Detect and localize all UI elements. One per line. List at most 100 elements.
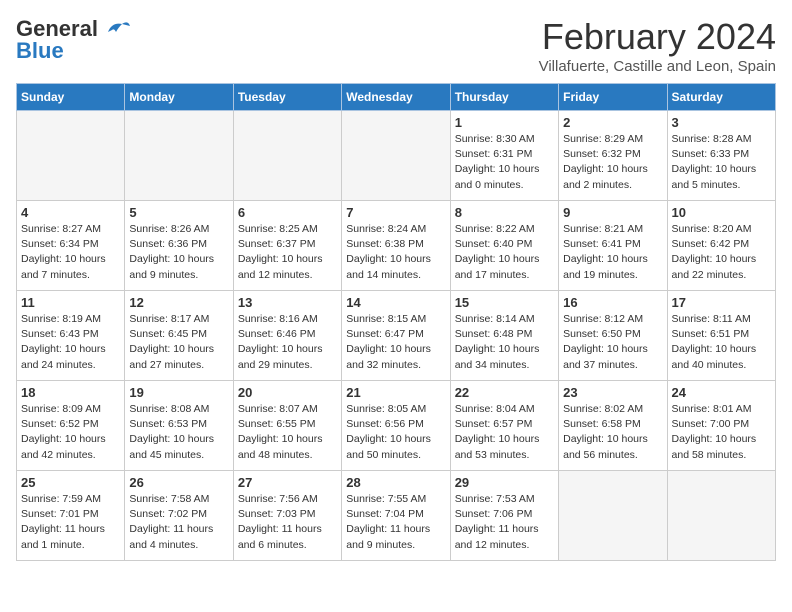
day-info: Sunrise: 7:59 AM Sunset: 7:01 PM Dayligh… — [21, 492, 120, 553]
logo-blue-text: Blue — [16, 38, 64, 64]
weekday-header-row: SundayMondayTuesdayWednesdayThursdayFrid… — [17, 84, 776, 111]
day-cell: 9Sunrise: 8:21 AM Sunset: 6:41 PM Daylig… — [559, 201, 667, 291]
day-info: Sunrise: 8:05 AM Sunset: 6:56 PM Dayligh… — [346, 402, 445, 463]
day-info: Sunrise: 8:28 AM Sunset: 6:33 PM Dayligh… — [672, 132, 771, 193]
day-number: 12 — [129, 295, 228, 310]
day-number: 23 — [563, 385, 662, 400]
day-cell: 28 Sunrise: 7:55 AM Sunset: 7:04 PM Dayli… — [342, 471, 450, 561]
day-cell: 12 Sunrise: 8:17 AM Sunset: 6:45 PM Dayli… — [125, 291, 233, 381]
day-number: 3 — [672, 115, 771, 130]
day-number: 10 — [672, 205, 771, 220]
day-number: 15 — [455, 295, 554, 310]
day-number: 27 — [238, 475, 337, 490]
day-info: Sunrise: 8:08 AM Sunset: 6:53 PM Dayligh… — [129, 402, 228, 463]
day-cell: 17 Sunrise: 8:11 AM Sunset: 6:51 PM Dayli… — [667, 291, 775, 381]
day-number: 18 — [21, 385, 120, 400]
day-cell: 7 Sunrise: 8:24 AM Sunset: 6:38 PM Daylig… — [342, 201, 450, 291]
day-number: 1 — [455, 115, 554, 130]
day-cell: 14 Sunrise: 8:15 AM Sunset: 6:47 PM Dayli… — [342, 291, 450, 381]
logo: General Blue — [16, 16, 130, 64]
day-number: 19 — [129, 385, 228, 400]
week-row-4: 18Sunrise: 8:09 AM Sunset: 6:52 PM Dayli… — [17, 381, 776, 471]
day-info: Sunrise: 8:02 AM Sunset: 6:58 PM Dayligh… — [563, 402, 662, 463]
day-cell: 3 Sunrise: 8:28 AM Sunset: 6:33 PM Daylig… — [667, 111, 775, 201]
day-info: Sunrise: 8:29 AM Sunset: 6:32 PM Dayligh… — [563, 132, 662, 193]
day-number: 8 — [455, 205, 554, 220]
day-number: 16 — [563, 295, 662, 310]
day-number: 11 — [21, 295, 120, 310]
day-cell: 5 Sunrise: 8:26 AM Sunset: 6:36 PM Daylig… — [125, 201, 233, 291]
day-cell — [667, 471, 775, 561]
day-cell: 22Sunrise: 8:04 AM Sunset: 6:57 PM Dayli… — [450, 381, 558, 471]
day-cell: 10 Sunrise: 8:20 AM Sunset: 6:42 PM Dayli… — [667, 201, 775, 291]
day-cell — [233, 111, 341, 201]
day-number: 22 — [455, 385, 554, 400]
day-cell: 8 Sunrise: 8:22 AM Sunset: 6:40 PM Daylig… — [450, 201, 558, 291]
day-cell: 13Sunrise: 8:16 AM Sunset: 6:46 PM Dayli… — [233, 291, 341, 381]
day-info: Sunrise: 7:56 AM Sunset: 7:03 PM Dayligh… — [238, 492, 337, 553]
day-info: Sunrise: 8:30 AM Sunset: 6:31 PM Dayligh… — [455, 132, 554, 193]
day-info: Sunrise: 8:22 AM Sunset: 6:40 PM Dayligh… — [455, 222, 554, 283]
calendar-title: February 2024 — [539, 16, 776, 58]
day-info: Sunrise: 8:25 AM Sunset: 6:37 PM Dayligh… — [238, 222, 337, 283]
day-info: Sunrise: 8:07 AM Sunset: 6:55 PM Dayligh… — [238, 402, 337, 463]
day-number: 5 — [129, 205, 228, 220]
day-cell — [17, 111, 125, 201]
weekday-header-sunday: Sunday — [17, 84, 125, 111]
day-info: Sunrise: 8:19 AM Sunset: 6:43 PM Dayligh… — [21, 312, 120, 373]
day-info: Sunrise: 8:11 AM Sunset: 6:51 PM Dayligh… — [672, 312, 771, 373]
weekday-header-friday: Friday — [559, 84, 667, 111]
week-row-1: 1 Sunrise: 8:30 AM Sunset: 6:31 PM Daylig… — [17, 111, 776, 201]
day-cell: 19 Sunrise: 8:08 AM Sunset: 6:53 PM Dayli… — [125, 381, 233, 471]
day-cell: 18Sunrise: 8:09 AM Sunset: 6:52 PM Dayli… — [17, 381, 125, 471]
day-cell — [342, 111, 450, 201]
day-number: 29 — [455, 475, 554, 490]
day-info: Sunrise: 8:15 AM Sunset: 6:47 PM Dayligh… — [346, 312, 445, 373]
day-cell: 24 Sunrise: 8:01 AM Sunset: 7:00 PM Dayli… — [667, 381, 775, 471]
day-number: 25 — [21, 475, 120, 490]
weekday-header-wednesday: Wednesday — [342, 84, 450, 111]
day-number: 2 — [563, 115, 662, 130]
day-info: Sunrise: 8:24 AM Sunset: 6:38 PM Dayligh… — [346, 222, 445, 283]
day-info: Sunrise: 8:17 AM Sunset: 6:45 PM Dayligh… — [129, 312, 228, 373]
calendar-table: SundayMondayTuesdayWednesdayThursdayFrid… — [16, 83, 776, 561]
day-info: Sunrise: 7:55 AM Sunset: 7:04 PM Dayligh… — [346, 492, 445, 553]
title-area: February 2024 Villafuerte, Castille and … — [539, 16, 776, 75]
day-cell: 4 Sunrise: 8:27 AM Sunset: 6:34 PM Daylig… — [17, 201, 125, 291]
day-info: Sunrise: 8:27 AM Sunset: 6:34 PM Dayligh… — [21, 222, 120, 283]
day-cell: 27 Sunrise: 7:56 AM Sunset: 7:03 PM Dayli… — [233, 471, 341, 561]
day-cell: 6Sunrise: 8:25 AM Sunset: 6:37 PM Daylig… — [233, 201, 341, 291]
day-number: 17 — [672, 295, 771, 310]
day-cell: 20 Sunrise: 8:07 AM Sunset: 6:55 PM Dayli… — [233, 381, 341, 471]
day-cell: 26Sunrise: 7:58 AM Sunset: 7:02 PM Dayli… — [125, 471, 233, 561]
day-number: 7 — [346, 205, 445, 220]
calendar-subtitle: Villafuerte, Castille and Leon, Spain — [539, 58, 776, 75]
day-cell: 16 Sunrise: 8:12 AM Sunset: 6:50 PM Dayli… — [559, 291, 667, 381]
day-info: Sunrise: 8:01 AM Sunset: 7:00 PM Dayligh… — [672, 402, 771, 463]
day-info: Sunrise: 8:26 AM Sunset: 6:36 PM Dayligh… — [129, 222, 228, 283]
day-cell — [125, 111, 233, 201]
day-cell: 2 Sunrise: 8:29 AM Sunset: 6:32 PM Daylig… — [559, 111, 667, 201]
day-info: Sunrise: 8:14 AM Sunset: 6:48 PM Dayligh… — [455, 312, 554, 373]
day-info: Sunrise: 8:12 AM Sunset: 6:50 PM Dayligh… — [563, 312, 662, 373]
day-number: 4 — [21, 205, 120, 220]
day-number: 14 — [346, 295, 445, 310]
day-info: Sunrise: 8:20 AM Sunset: 6:42 PM Dayligh… — [672, 222, 771, 283]
day-number: 9 — [563, 205, 662, 220]
day-cell: 1 Sunrise: 8:30 AM Sunset: 6:31 PM Daylig… — [450, 111, 558, 201]
weekday-header-monday: Monday — [125, 84, 233, 111]
week-row-3: 11 Sunrise: 8:19 AM Sunset: 6:43 PM Dayli… — [17, 291, 776, 381]
day-number: 24 — [672, 385, 771, 400]
day-cell: 21Sunrise: 8:05 AM Sunset: 6:56 PM Dayli… — [342, 381, 450, 471]
day-info: Sunrise: 7:53 AM Sunset: 7:06 PM Dayligh… — [455, 492, 554, 553]
logo-bird-icon — [102, 18, 130, 40]
weekday-header-thursday: Thursday — [450, 84, 558, 111]
day-number: 26 — [129, 475, 228, 490]
day-cell: 23 Sunrise: 8:02 AM Sunset: 6:58 PM Dayli… — [559, 381, 667, 471]
week-row-2: 4 Sunrise: 8:27 AM Sunset: 6:34 PM Daylig… — [17, 201, 776, 291]
day-cell — [559, 471, 667, 561]
day-cell: 25 Sunrise: 7:59 AM Sunset: 7:01 PM Dayli… — [17, 471, 125, 561]
day-number: 28 — [346, 475, 445, 490]
day-number: 20 — [238, 385, 337, 400]
header: General Blue February 2024 Villafuerte, … — [16, 16, 776, 75]
